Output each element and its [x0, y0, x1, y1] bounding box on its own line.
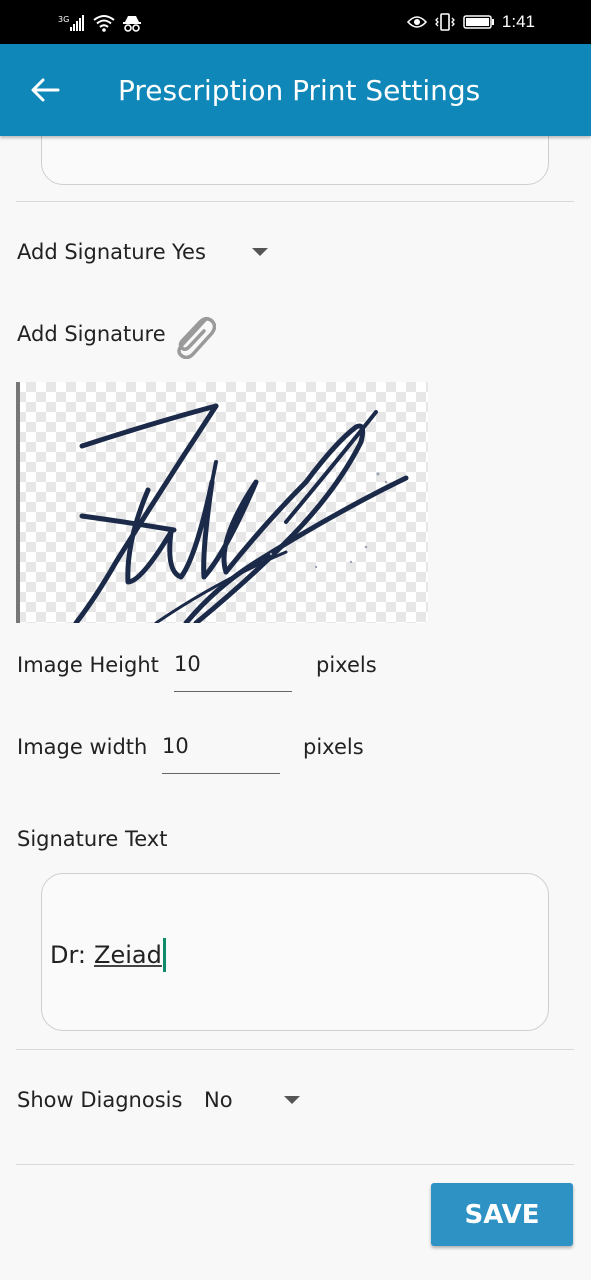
attach-signature-label: Add Signature: [17, 322, 166, 346]
paperclip-icon[interactable]: [170, 311, 216, 359]
image-height-unit: pixels: [316, 653, 377, 677]
image-height-label: Image Height: [17, 653, 159, 677]
signature-text-name: Zeiad: [94, 941, 162, 969]
app-bar: Prescription Print Settings: [0, 44, 591, 136]
signature-text-value: Dr: Zeiad: [50, 938, 166, 972]
divider: [16, 1049, 574, 1050]
image-width-unit: pixels: [303, 735, 364, 759]
divider: [16, 1164, 574, 1165]
arrow-left-icon[interactable]: [30, 76, 60, 104]
chevron-down-icon: [252, 248, 268, 256]
clock: 1:41: [501, 12, 535, 31]
vibrate-icon: [434, 13, 455, 31]
image-width-value: 10: [162, 734, 189, 758]
signature-text-prefix: Dr:: [50, 941, 87, 969]
signature-text-label: Signature Text: [17, 827, 168, 851]
signature-image: [16, 382, 428, 623]
status-left-icons: 3G: [58, 12, 142, 32]
eye-icon: [406, 16, 427, 28]
chevron-down-icon: [284, 1096, 300, 1104]
add-signature-value: Yes: [172, 240, 206, 264]
network-type-label: 3G: [58, 15, 69, 24]
save-button[interactable]: SAVE: [431, 1183, 573, 1246]
status-bar: 3G 1:41: [0, 0, 591, 44]
battery-icon: [463, 15, 494, 29]
signature-image-edge: [16, 382, 20, 623]
cell-signal-icon: 3G: [58, 15, 84, 31]
image-height-value: 10: [174, 652, 201, 676]
image-height-input[interactable]: 10: [174, 652, 292, 692]
divider: [16, 201, 574, 202]
image-width-input[interactable]: 10: [162, 734, 280, 774]
show-diagnosis-value: No: [204, 1088, 233, 1112]
wifi-icon: [93, 15, 115, 32]
image-width-label: Image width: [17, 735, 148, 759]
text-cursor: [162, 938, 166, 972]
add-signature-label: Add Signature: [17, 240, 166, 264]
incognito-icon: [123, 16, 141, 32]
signature-drawing: [73, 403, 409, 623]
status-right-icons: 1:41: [406, 12, 535, 32]
show-diagnosis-label: Show Diagnosis: [17, 1088, 183, 1112]
page-title: Prescription Print Settings: [118, 74, 481, 107]
